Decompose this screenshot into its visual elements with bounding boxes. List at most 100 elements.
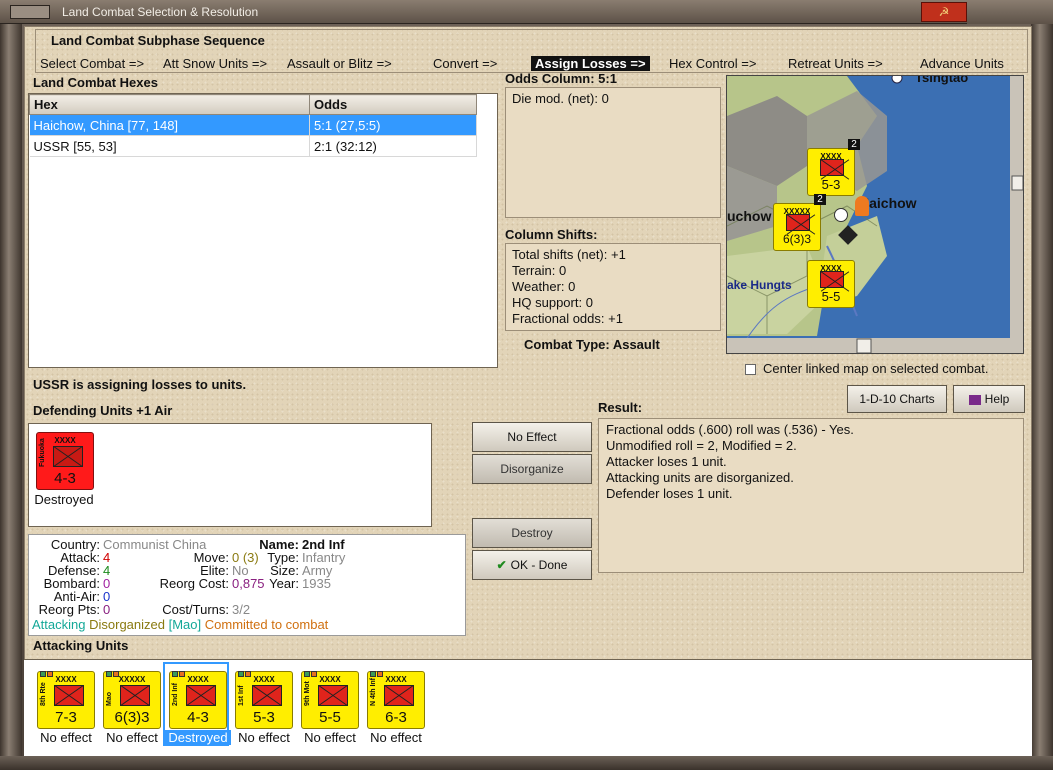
- subphase-sequence-title: Land Combat Subphase Sequence: [51, 33, 265, 48]
- year-label: Year:: [269, 576, 299, 591]
- odds-cell: 2:1 (32:12): [309, 135, 477, 157]
- flag-attacking: Attacking: [32, 617, 86, 632]
- result-line: Attacking units are disorganized.: [606, 470, 794, 485]
- shift-total: Total shifts (net): +1: [512, 247, 626, 262]
- unit-factors: 6-3: [385, 709, 407, 726]
- assault-arrow-icon: [855, 196, 869, 216]
- window-frame: Land Combat Selection & Resolution ☭ Lan…: [0, 0, 1053, 770]
- attacking-units-title: Attacking Units: [33, 638, 129, 653]
- defending-unit-fukuoka[interactable]: XXXX Fukuoka 4-3: [36, 432, 94, 490]
- window-menu-icon[interactable]: [10, 5, 50, 19]
- left-frame-rail: [0, 24, 22, 770]
- seq-step-retreat: Retreat Units =>: [788, 56, 883, 71]
- shift-terrain: Terrain: 0: [512, 263, 567, 278]
- map-unit-1st-inf[interactable]: XXXX 5-3 2: [807, 139, 860, 196]
- reorg-pts-value: 0: [103, 602, 111, 617]
- bottom-frame-rail: [0, 756, 1053, 770]
- motorized-symbol-icon: [820, 271, 844, 288]
- defending-unit-status: Destroyed: [34, 492, 94, 507]
- hexes-table: Hex Odds Haichow, China [77, 148] 5:1 (2…: [29, 94, 477, 157]
- year-value: 1935: [302, 576, 331, 591]
- attacking-unit-status: No effect: [40, 730, 92, 745]
- result-title: Result:: [598, 400, 643, 415]
- unit-flags: Attacking Disorganized [Mao] Committed t…: [32, 617, 328, 632]
- shift-hq-support: HQ support: 0: [512, 295, 593, 310]
- seq-step-assault-blitz: Assault or Blitz =>: [287, 56, 392, 71]
- ok-done-label: OK - Done: [510, 558, 568, 572]
- infantry-symbol-icon: [53, 446, 83, 467]
- result-line: Defender loses 1 unit.: [606, 486, 733, 501]
- seq-step-hex-control: Hex Control =>: [669, 56, 757, 71]
- attacking-unit-8th-rte[interactable]: XXXX 8th Rte 7-3: [37, 671, 95, 729]
- odds-column-header[interactable]: Odds: [309, 94, 477, 115]
- motorized-symbol-icon: [318, 685, 348, 706]
- seq-step-advance: Advance Units: [920, 56, 1004, 71]
- disorganize-button[interactable]: Disorganize: [472, 454, 592, 484]
- right-frame-rail: [1031, 24, 1053, 770]
- combat-marker-icon: [834, 208, 848, 222]
- infantry-symbol-icon: [186, 685, 216, 706]
- hexes-title: Land Combat Hexes: [33, 75, 158, 90]
- ok-done-button[interactable]: ✔ OK - Done: [472, 550, 592, 580]
- map-label-tsingtao: Tsingtao: [915, 75, 969, 85]
- attacking-unit-n-4th-inf[interactable]: XXXX N 4th Inf 6-3: [367, 671, 425, 729]
- odds-column-box: Die mod. (net): 0: [505, 87, 721, 218]
- close-button[interactable]: ☭: [921, 2, 967, 22]
- odds-cell: 5:1 (27,5:5): [309, 114, 477, 136]
- no-effect-button[interactable]: No Effect: [472, 422, 592, 452]
- hex-cell: USSR [55, 53]: [29, 135, 310, 157]
- attacking-unit-status: Destroyed: [165, 730, 231, 745]
- attacking-unit-9th-mot[interactable]: XXXX 9th Mot 5-5: [301, 671, 359, 729]
- unit-factors: 6(3)3: [114, 709, 150, 726]
- attacking-unit-mao[interactable]: XXXXX Mao 6(3)3: [103, 671, 161, 729]
- window-title: Land Combat Selection & Resolution: [62, 5, 259, 19]
- unit-factors: 5-5: [821, 289, 841, 304]
- infantry-symbol-icon: [786, 214, 810, 231]
- status-message: USSR is assigning losses to units.: [33, 377, 247, 392]
- charts-button[interactable]: 1-D-10 Charts: [847, 385, 947, 413]
- hex-column-header[interactable]: Hex: [29, 94, 310, 115]
- unit-factors: 5-3: [821, 177, 841, 192]
- seq-step-assign-losses: Assign Losses =>: [531, 56, 650, 71]
- hexes-list: Hex Odds Haichow, China [77, 148] 5:1 (2…: [28, 93, 498, 368]
- result-line: Attacker loses 1 unit.: [606, 454, 727, 469]
- center-map-checkbox[interactable]: [745, 364, 756, 375]
- linked-map[interactable]: Tsingtao Haichow uchow ake Hungts XXXX 5…: [726, 75, 1024, 354]
- seq-step-att-snow: Att Snow Units =>: [163, 56, 268, 71]
- seq-step-select-combat: Select Combat =>: [40, 56, 145, 71]
- unit-info-panel: Country: Communist China Attack: 4 Defen…: [28, 534, 466, 636]
- unit-factors: 5-3: [253, 709, 275, 726]
- map-unit-9th-mot[interactable]: XXXX 5-5: [807, 260, 855, 308]
- unit-size: XXXXX: [118, 675, 146, 684]
- stack-count-badge: 2: [848, 139, 860, 150]
- result-line: Fractional odds (.600) roll was (.536) -…: [606, 422, 854, 437]
- hex-row-haichow[interactable]: Haichow, China [77, 148] 5:1 (27,5:5): [29, 114, 477, 136]
- attacking-units-list: XXXX 8th Rte 7-3 No effect XXXXX Mao 6(3…: [24, 659, 1032, 756]
- column-shifts-box: Total shifts (net): +1 Terrain: 0 Weathe…: [505, 243, 721, 331]
- reorg-cost-label: Reorg Cost:: [159, 576, 229, 591]
- title-bar-ornament: [967, 0, 1053, 24]
- cost-turns-value: 3/2: [232, 602, 251, 617]
- unit-name: Fukuoka: [39, 438, 46, 467]
- map-label-lake: ake Hungts: [727, 278, 792, 292]
- attacking-unit-1st-inf[interactable]: XXXX 1st Inf 5-3: [235, 671, 293, 729]
- odds-column-title: Odds Column: 5:1: [505, 71, 617, 86]
- unit-factors: 5-5: [319, 709, 341, 726]
- map-unit-mao[interactable]: XXXXX 6(3)3 2: [773, 194, 826, 251]
- attacking-unit-2nd-inf[interactable]: XXXX 2nd Inf 4-3: [169, 671, 227, 729]
- hex-row-ussr[interactable]: USSR [55, 53] 2:1 (32:12): [29, 135, 477, 157]
- unit-size: XXXX: [253, 675, 275, 684]
- combat-panel: Land Combat Subphase Sequence Select Com…: [24, 26, 1032, 756]
- help-button[interactable]: Help: [953, 385, 1025, 413]
- unit-name: Mao: [106, 692, 113, 706]
- map-canvas: [727, 76, 1023, 353]
- shift-weather: Weather: 0: [512, 279, 576, 294]
- attacking-unit-status: No effect: [370, 730, 422, 745]
- reorg-pts-label: Reorg Pts:: [38, 602, 100, 617]
- destroy-button[interactable]: Destroy: [472, 518, 592, 548]
- unit-factors: 6(3)3: [782, 232, 811, 246]
- help-book-icon: [968, 394, 981, 405]
- shift-fractional: Fractional odds: +1: [512, 311, 623, 326]
- infantry-symbol-icon: [252, 685, 282, 706]
- title-bar[interactable]: Land Combat Selection & Resolution ☭: [0, 0, 1053, 24]
